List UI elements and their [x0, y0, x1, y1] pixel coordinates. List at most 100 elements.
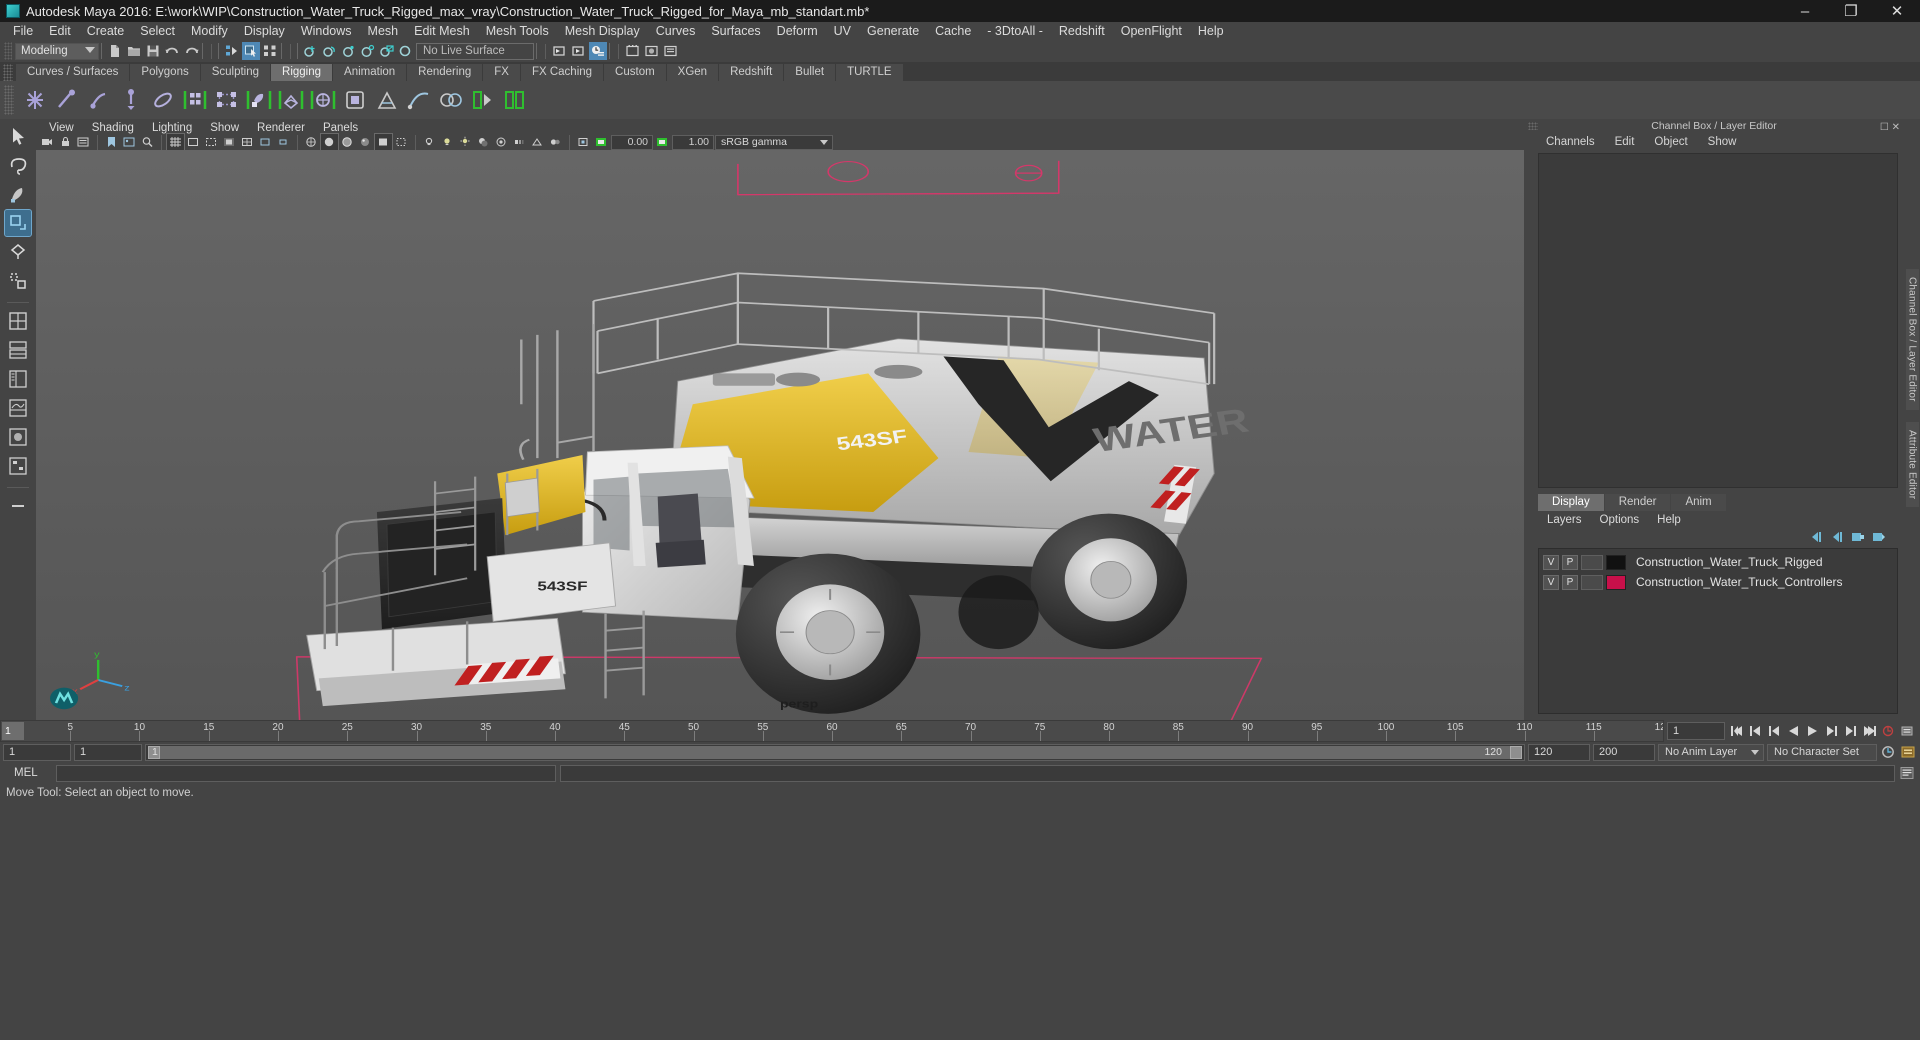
live-surface-field[interactable]: No Live Surface	[416, 42, 534, 60]
more-layouts-button[interactable]	[5, 493, 31, 519]
viewport-menu-panels[interactable]: Panels	[314, 122, 367, 134]
layer-shading-toggle[interactable]	[1581, 554, 1603, 570]
four-view-layout[interactable]	[5, 337, 31, 363]
layer-visibility-toggle[interactable]: V	[1543, 554, 1559, 570]
edge-tab-channel-box[interactable]: Channel Box / Layer Editor	[1905, 269, 1919, 410]
close-button[interactable]: ✕	[1874, 0, 1920, 22]
play-forwards-icon[interactable]	[1804, 722, 1821, 740]
layer-tab-render[interactable]: Render	[1604, 494, 1671, 511]
gamma-field[interactable]: 1.00	[672, 134, 714, 150]
shade-objects-icon[interactable]	[374, 133, 393, 151]
persp-graph-layout[interactable]	[5, 395, 31, 421]
command-language-label[interactable]: MEL	[4, 767, 52, 779]
layer-tab-anim[interactable]: Anim	[1671, 494, 1726, 511]
rotate-tool[interactable]	[5, 239, 31, 265]
character-set-selector[interactable]: No Character Set	[1767, 743, 1877, 761]
gate-mask-icon[interactable]	[221, 134, 238, 150]
layer-tab-display[interactable]: Display	[1538, 494, 1604, 511]
channelbox-menu-show[interactable]: Show	[1698, 136, 1747, 148]
create-joint-icon[interactable]	[20, 85, 50, 115]
render-current-frame-icon[interactable]	[570, 42, 588, 60]
layer-color-swatch[interactable]	[1606, 574, 1626, 590]
new-layer-icon[interactable]	[1851, 531, 1865, 546]
exposure-field[interactable]: 0.00	[611, 134, 653, 150]
resolution-gate-icon[interactable]	[203, 134, 220, 150]
range-start-field[interactable]: 1	[3, 743, 71, 761]
shelf-tab-rigging[interactable]: Rigging	[271, 64, 333, 81]
channelbox-menu-object[interactable]: Object	[1644, 136, 1697, 148]
snap-to-projected-center-icon[interactable]	[359, 42, 377, 60]
use-default-material-icon[interactable]	[357, 134, 374, 150]
menu-curves[interactable]: Curves	[648, 22, 704, 40]
display-layer-list[interactable]: V P Construction_Water_Truck_Rigged V P …	[1538, 548, 1898, 714]
move-layer-down-icon[interactable]	[1830, 531, 1844, 546]
hypershade-layout[interactable]	[5, 424, 31, 450]
menu-mesh-display[interactable]: Mesh Display	[557, 22, 648, 40]
field-chart-icon[interactable]	[239, 134, 256, 150]
layer-menu-layers[interactable]: Layers	[1538, 514, 1591, 526]
shelf-tab-fx[interactable]: FX	[483, 64, 520, 81]
current-frame-indicator[interactable]: 1	[2, 722, 24, 740]
menu-create[interactable]: Create	[79, 22, 133, 40]
channelbox-menu-channels[interactable]: Channels	[1536, 136, 1605, 148]
menu-mesh-tools[interactable]: Mesh Tools	[478, 22, 557, 40]
multisample-icon[interactable]	[529, 134, 546, 150]
lasso-tool[interactable]	[5, 152, 31, 178]
step-back-key-icon[interactable]	[1766, 722, 1783, 740]
viewport-menu-lighting[interactable]: Lighting	[143, 122, 201, 134]
layer-menu-options[interactable]: Options	[1591, 514, 1649, 526]
layer-visibility-toggle[interactable]: V	[1543, 574, 1559, 590]
shelf-tab-polygons[interactable]: Polygons	[130, 64, 200, 81]
make-live-icon[interactable]	[397, 42, 415, 60]
layer-playback-toggle[interactable]: P	[1562, 574, 1578, 590]
shelf-tab-redshift[interactable]: Redshift	[719, 64, 784, 81]
blend-shape-icon[interactable]	[436, 85, 466, 115]
film-gate-icon[interactable]	[185, 134, 202, 150]
bookmark-icon[interactable]	[103, 134, 120, 150]
statusline-gripper[interactable]	[4, 42, 12, 60]
shaded-wireframe-icon[interactable]	[339, 134, 356, 150]
auto-key-toggle-icon[interactable]	[1880, 743, 1897, 761]
menu-modify[interactable]: Modify	[183, 22, 236, 40]
render-settings-icon[interactable]	[624, 42, 642, 60]
channelbox-attribute-list[interactable]	[1538, 153, 1898, 488]
layer-name[interactable]: Construction_Water_Truck_Controllers	[1636, 575, 1843, 589]
scale-tool[interactable]	[5, 268, 31, 294]
channelbox-gripper[interactable]	[1528, 122, 1538, 130]
menu-help[interactable]: Help	[1190, 22, 1232, 40]
exposure-icon[interactable]	[593, 134, 610, 150]
shelf-tab-curves-surfaces[interactable]: Curves / Surfaces	[16, 64, 130, 81]
shelf-tab-rendering[interactable]: Rendering	[407, 64, 483, 81]
interactive-bind-skin-icon[interactable]	[212, 85, 242, 115]
shelf-tab-animation[interactable]: Animation	[333, 64, 407, 81]
mirror-joint-icon[interactable]	[148, 85, 178, 115]
bind-skin-icon[interactable]	[180, 85, 210, 115]
menuset-selector[interactable]: Modeling	[15, 42, 99, 60]
menu-openflight[interactable]: OpenFlight	[1113, 22, 1190, 40]
image-plane-icon[interactable]	[121, 134, 138, 150]
snap-to-view-plane-icon[interactable]	[378, 42, 396, 60]
pose-library-icon[interactable]	[500, 85, 530, 115]
paint-skin-weights-icon[interactable]	[244, 85, 274, 115]
hypershade-icon[interactable]	[643, 42, 661, 60]
step-forward-key-icon[interactable]	[1823, 722, 1840, 740]
paint-select-tool[interactable]	[5, 181, 31, 207]
layer-menu-help[interactable]: Help	[1648, 514, 1690, 526]
create-deformer-icon[interactable]	[308, 85, 338, 115]
grid-toggle-icon[interactable]	[166, 133, 185, 151]
create-ik-spline-handle-icon[interactable]	[84, 85, 114, 115]
playback-start-field[interactable]: 1	[74, 743, 142, 761]
smooth-bind-icon[interactable]	[276, 85, 306, 115]
menu-surfaces[interactable]: Surfaces	[703, 22, 768, 40]
auto-key-icon[interactable]	[1880, 722, 1897, 740]
gamma-icon[interactable]	[654, 134, 671, 150]
channelbox-dock-controls[interactable]: ☐ ✕	[1880, 121, 1900, 135]
menu-windows[interactable]: Windows	[293, 22, 360, 40]
viewport-3d-canvas[interactable]: WATER 543SF 543SF persp y z	[36, 150, 1524, 720]
step-back-frame-icon[interactable]	[1747, 722, 1764, 740]
select-camera-icon[interactable]	[39, 134, 56, 150]
lattice-deformer-icon[interactable]	[340, 85, 370, 115]
shelf-tab-turtle[interactable]: TURTLE	[836, 64, 903, 81]
range-slider-bar[interactable]	[148, 745, 1522, 759]
script-editor-icon[interactable]	[1899, 764, 1916, 782]
